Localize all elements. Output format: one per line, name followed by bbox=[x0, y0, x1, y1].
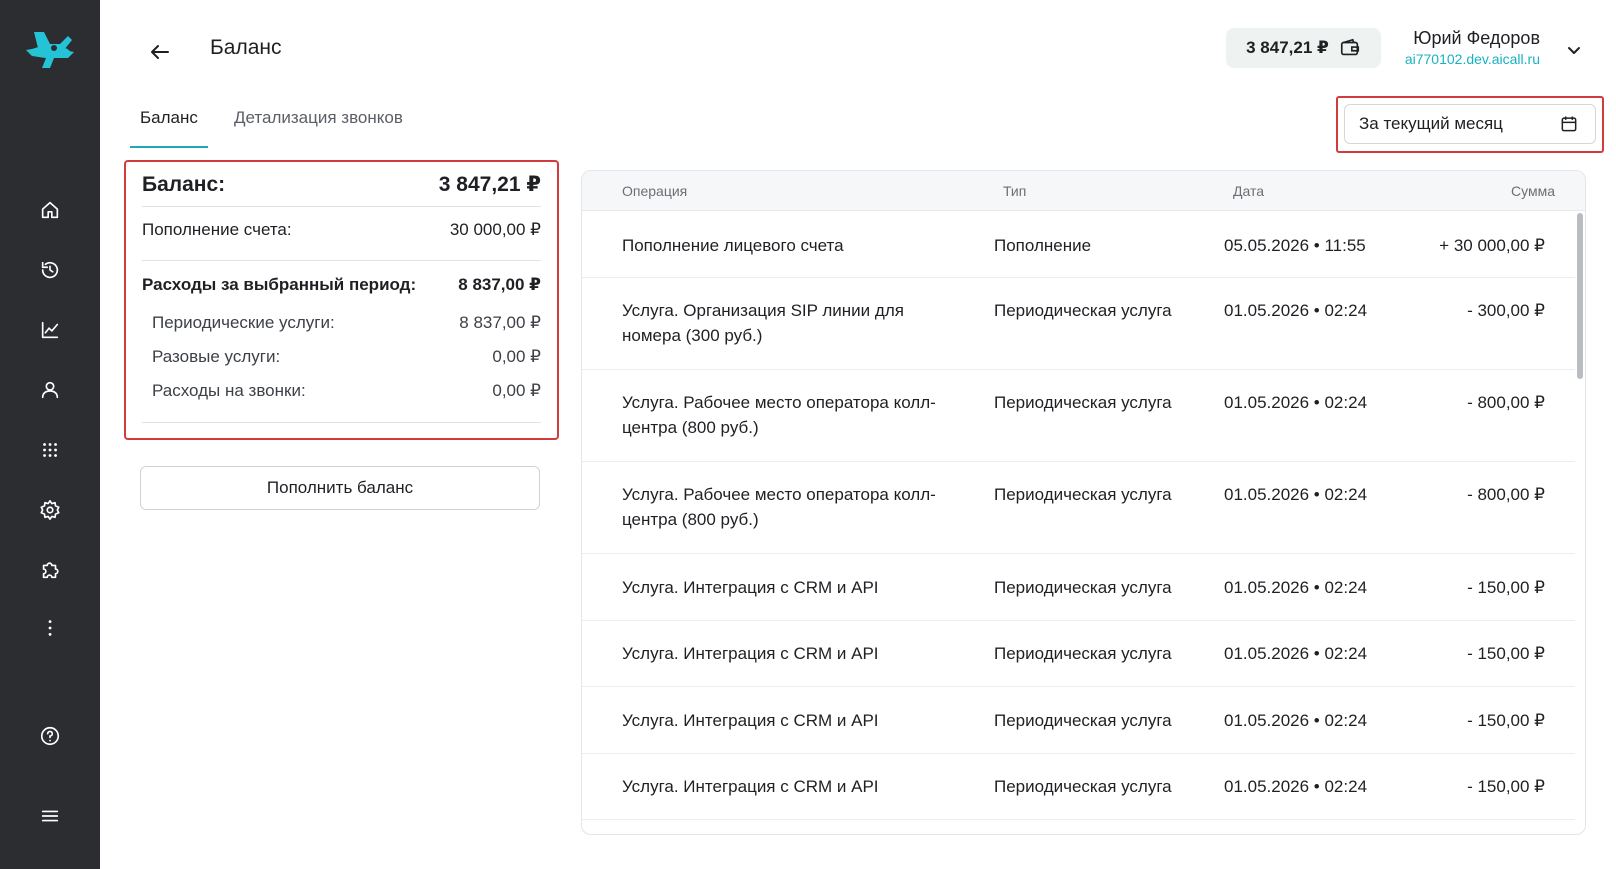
row-type: Пополнение bbox=[994, 236, 1092, 255]
divider bbox=[142, 422, 541, 423]
column-header-operation[interactable]: Операция bbox=[622, 183, 687, 199]
chevron-down-icon[interactable] bbox=[1564, 40, 1584, 60]
tab-balance[interactable]: Баланс bbox=[140, 108, 198, 128]
row-type: Периодическая услуга bbox=[994, 393, 1172, 412]
table-row[interactable]: Услуга. Рабочее место оператора колл-цен… bbox=[582, 370, 1575, 462]
back-button[interactable] bbox=[146, 38, 174, 66]
row-type: Периодическая услуга bbox=[994, 777, 1172, 796]
table-row[interactable]: Услуга. Интеграция с CRM и API Периодиче… bbox=[582, 687, 1575, 754]
divider bbox=[142, 206, 541, 207]
more-icon[interactable] bbox=[36, 614, 64, 642]
dialpad-icon[interactable] bbox=[36, 436, 64, 464]
row-operation: Услуга. Интеграция с CRM и API bbox=[622, 644, 879, 663]
summary-oneoff-value: 0,00 ₽ bbox=[492, 347, 541, 366]
summary-periodic-row: Периодические услуги: 8 837,00 ₽ bbox=[152, 313, 541, 333]
row-amount: + 30 000,00 ₽ bbox=[1439, 236, 1545, 255]
history-icon[interactable] bbox=[36, 256, 64, 284]
table-row[interactable]: Услуга. Интеграция с CRM и API Периодиче… bbox=[582, 554, 1575, 621]
sidebar bbox=[0, 0, 100, 869]
summary-periodic-label: Периодические услуги: bbox=[152, 313, 335, 332]
divider bbox=[142, 260, 541, 261]
row-date: 01.05.2026 • 02:24 bbox=[1224, 393, 1368, 412]
row-type: Периодическая услуга bbox=[994, 578, 1172, 597]
row-type: Периодическая услуга bbox=[994, 485, 1172, 504]
calendar-icon bbox=[1561, 116, 1577, 132]
row-type: Периодическая услуга bbox=[994, 301, 1172, 320]
summary-topup-label: Пополнение счета: bbox=[142, 220, 292, 239]
table-header: Операция Тип Дата Сумма bbox=[582, 171, 1585, 211]
balance-chip[interactable]: 3 847,21 ₽ bbox=[1226, 28, 1381, 68]
puzzle-icon[interactable] bbox=[36, 556, 64, 584]
menu-icon[interactable] bbox=[36, 802, 64, 830]
row-amount: - 150,00 ₽ bbox=[1467, 578, 1545, 597]
summary-calls-value: 0,00 ₽ bbox=[492, 381, 541, 400]
row-type: Периодическая услуга bbox=[994, 711, 1172, 730]
column-header-type[interactable]: Тип bbox=[1003, 183, 1026, 199]
tab-call-details[interactable]: Детализация звонков bbox=[234, 108, 403, 128]
scrollbar-thumb[interactable] bbox=[1577, 213, 1583, 379]
table-scrollbar[interactable] bbox=[1575, 211, 1585, 834]
summary-oneoff-row: Разовые услуги: 0,00 ₽ bbox=[152, 347, 541, 367]
table-row[interactable]: Услуга. Интеграция с CRM и API Периодиче… bbox=[582, 621, 1575, 687]
row-date: 01.05.2026 • 02:24 bbox=[1224, 644, 1368, 663]
row-operation: Услуга. Рабочее место оператора колл-цен… bbox=[622, 485, 936, 529]
row-amount: - 800,00 ₽ bbox=[1467, 393, 1545, 412]
row-operation: Услуга. Интеграция с CRM и API bbox=[622, 777, 879, 796]
row-date: 05.05.2026 • 11:55 bbox=[1224, 236, 1366, 255]
balance-summary: Баланс: 3 847,21 ₽ Пополнение счета: 30 … bbox=[124, 160, 559, 440]
summary-oneoff-label: Разовые услуги: bbox=[152, 347, 281, 366]
column-header-date[interactable]: Дата bbox=[1233, 183, 1264, 199]
wallet-icon bbox=[1340, 38, 1359, 56]
row-amount: - 150,00 ₽ bbox=[1467, 711, 1545, 730]
row-operation: Пополнение лицевого счета bbox=[622, 236, 844, 255]
user-menu[interactable]: Юрий Федоров ai770102.dev.aicall.ru bbox=[1405, 28, 1540, 67]
row-operation: Услуга. Интеграция с CRM и API bbox=[622, 711, 879, 730]
transactions-table: Операция Тип Дата Сумма Пополнение лицев… bbox=[581, 170, 1586, 835]
row-date: 01.05.2026 • 02:24 bbox=[1224, 711, 1368, 730]
summary-topup-row: Пополнение счета: 30 000,00 ₽ bbox=[142, 220, 541, 240]
row-operation: Услуга. Интеграция с CRM и API bbox=[622, 578, 879, 597]
active-tab-indicator bbox=[130, 146, 208, 148]
summary-expenses-value: 8 837,00 ₽ bbox=[458, 275, 541, 294]
table-row[interactable]: Услуга. Организация SIP линии для номера… bbox=[582, 278, 1575, 370]
table-row[interactable]: Услуга. Рабочее место оператора колл-цен… bbox=[582, 462, 1575, 554]
row-amount: - 150,00 ₽ bbox=[1467, 644, 1545, 663]
row-date: 01.05.2026 • 02:24 bbox=[1224, 777, 1368, 796]
period-picker-label: За текущий месяц bbox=[1359, 114, 1503, 133]
table-row[interactable]: Пополнение лицевого счета Пополнение 05.… bbox=[582, 212, 1575, 278]
row-amount: - 800,00 ₽ bbox=[1467, 485, 1545, 504]
summary-expenses-label: Расходы за выбранный период: bbox=[142, 275, 417, 294]
row-date: 01.05.2026 • 02:24 bbox=[1224, 301, 1368, 320]
summary-topup-value: 30 000,00 ₽ bbox=[449, 220, 541, 239]
summary-calls-row: Расходы на звонки: 0,00 ₽ bbox=[152, 381, 541, 401]
user-icon[interactable] bbox=[36, 376, 64, 404]
period-picker[interactable]: За текущий месяц bbox=[1344, 104, 1596, 144]
row-operation: Услуга. Организация SIP линии для номера… bbox=[622, 301, 904, 345]
row-amount: - 150,00 ₽ bbox=[1467, 777, 1545, 796]
balance-chip-value: 3 847,21 ₽ bbox=[1246, 38, 1329, 57]
row-date: 01.05.2026 • 02:24 bbox=[1224, 578, 1368, 597]
summary-periodic-value: 8 837,00 ₽ bbox=[459, 313, 541, 332]
topup-balance-button[interactable]: Пополнить баланс bbox=[140, 466, 540, 510]
settings-icon[interactable] bbox=[36, 496, 64, 524]
summary-balance-value: 3 847,21 ₽ bbox=[438, 173, 541, 196]
row-type: Периодическая услуга bbox=[994, 644, 1172, 663]
app-logo[interactable] bbox=[24, 28, 78, 72]
summary-balance-label: Баланс: bbox=[142, 172, 226, 196]
user-name: Юрий Федоров bbox=[1413, 28, 1540, 48]
row-operation: Услуга. Рабочее место оператора колл-цен… bbox=[622, 393, 936, 437]
summary-expenses-row: Расходы за выбранный период: 8 837,00 ₽ bbox=[142, 275, 541, 295]
arrow-left-icon bbox=[151, 45, 169, 59]
summary-balance-row: Баланс: 3 847,21 ₽ bbox=[142, 172, 541, 197]
analytics-icon[interactable] bbox=[36, 316, 64, 344]
row-amount: - 300,00 ₽ bbox=[1467, 301, 1545, 320]
home-icon[interactable] bbox=[36, 196, 64, 224]
column-header-amount[interactable]: Сумма bbox=[1511, 183, 1555, 199]
summary-calls-label: Расходы на звонки: bbox=[152, 381, 306, 400]
user-domain: ai770102.dev.aicall.ru bbox=[1404, 51, 1540, 67]
table-row[interactable]: Услуга. Интеграция с CRM и API Периодиче… bbox=[582, 754, 1575, 820]
help-icon[interactable] bbox=[36, 722, 64, 750]
page-title: Баланс bbox=[210, 36, 282, 59]
row-date: 01.05.2026 • 02:24 bbox=[1224, 485, 1368, 504]
